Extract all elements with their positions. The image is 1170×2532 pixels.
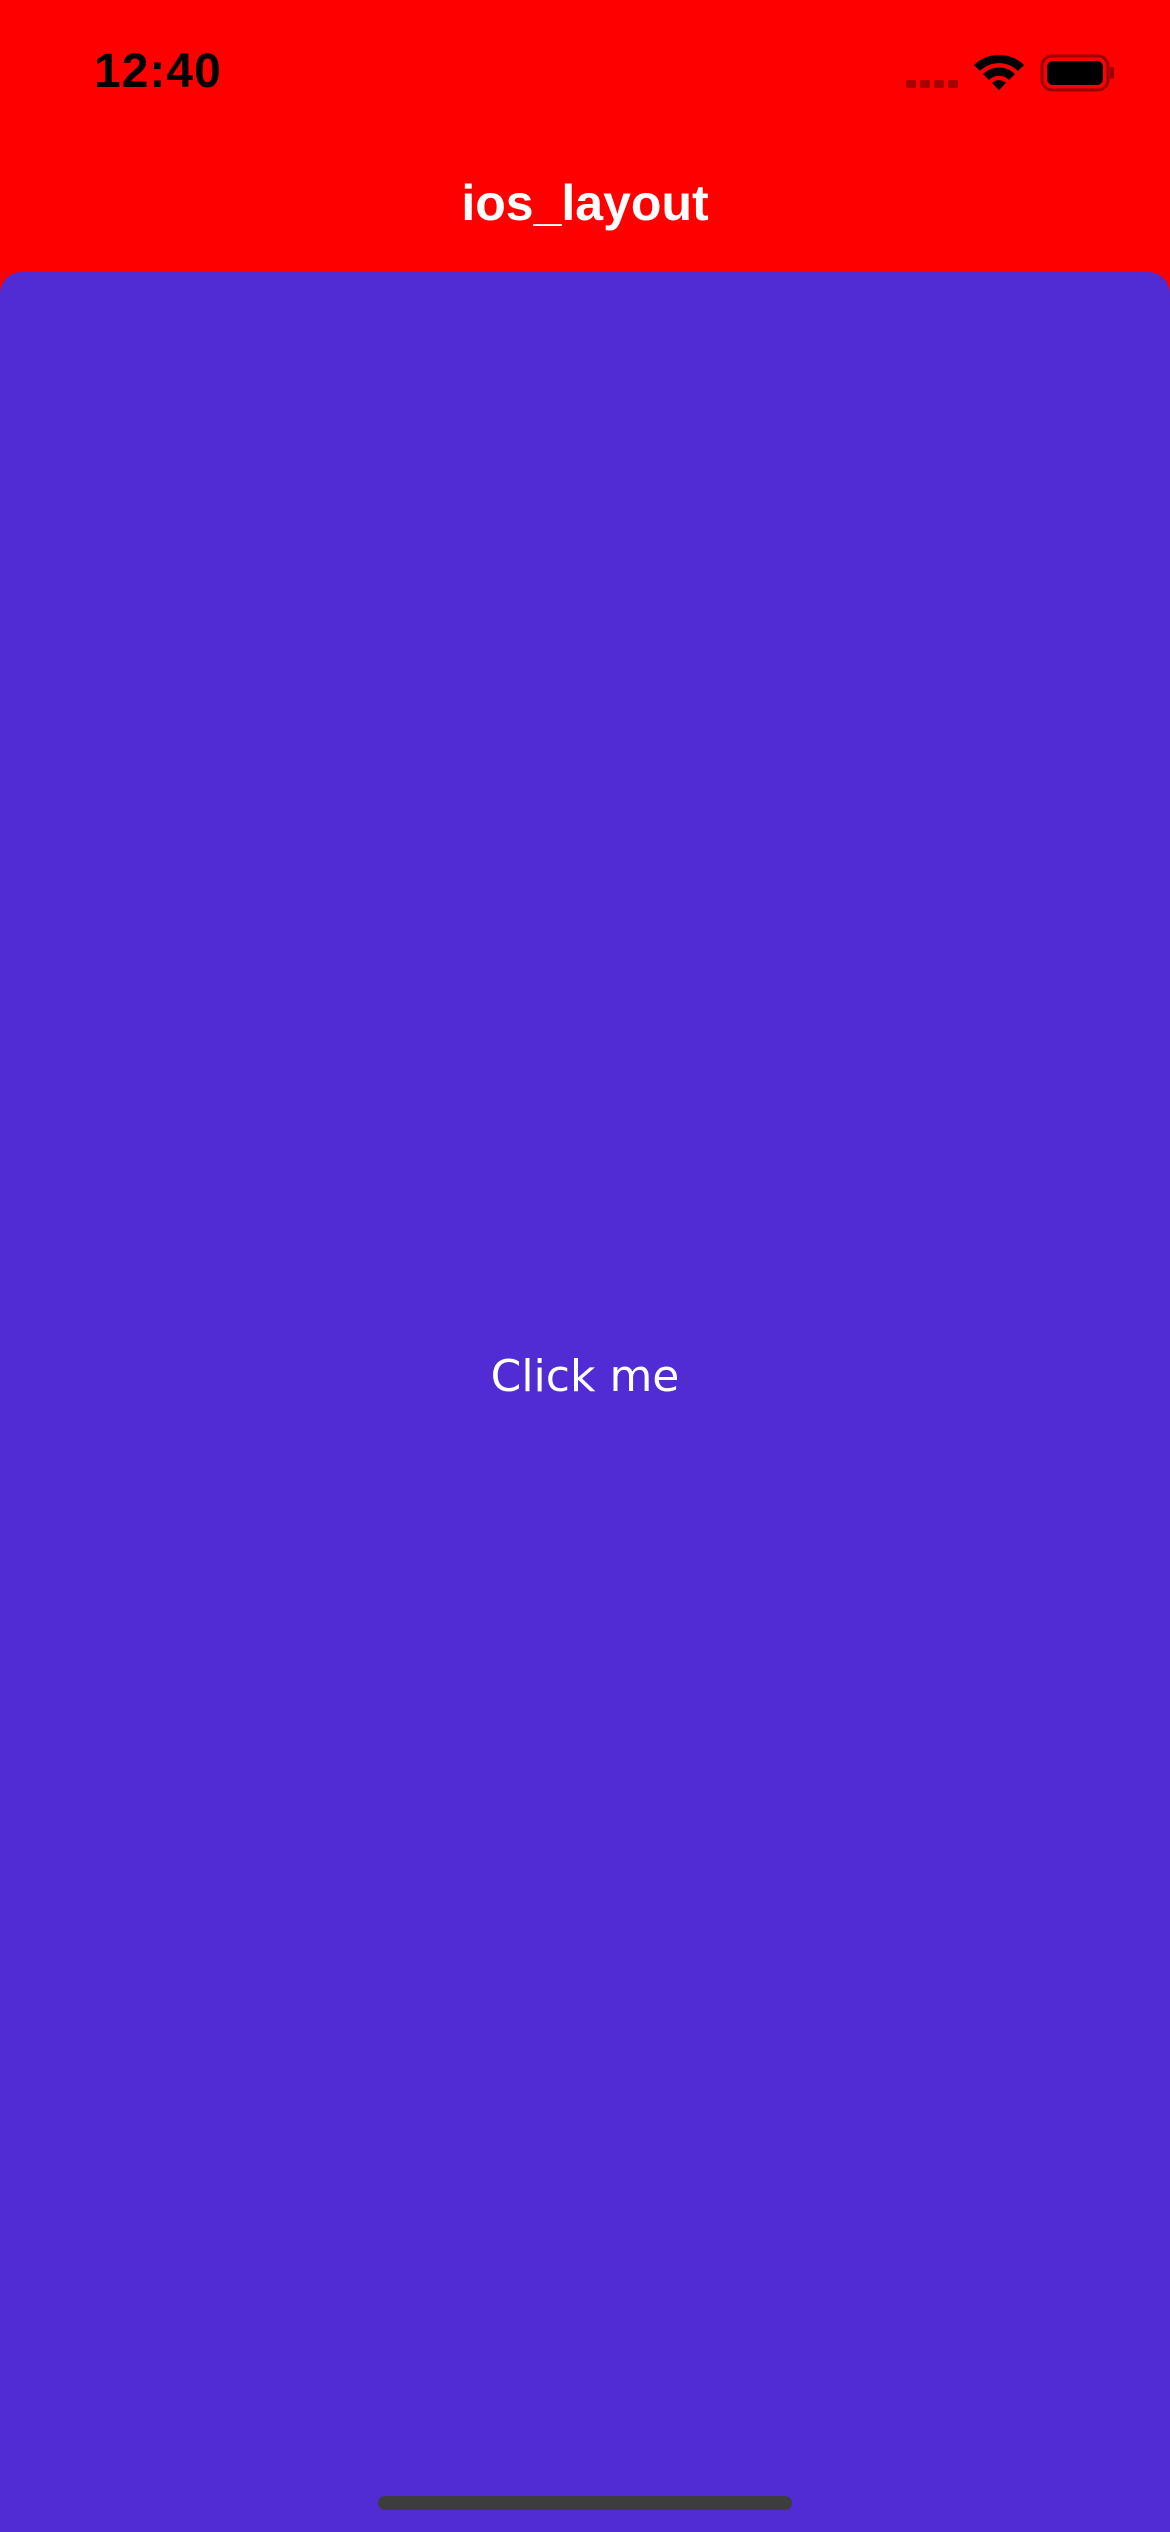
click-me-button[interactable]: Click me <box>0 272 1170 2532</box>
cellular-signal-icon <box>906 80 958 88</box>
status-time: 12:40 <box>94 45 222 98</box>
home-indicator[interactable] <box>378 2496 792 2510</box>
click-me-button-label: Click me <box>490 1350 680 1402</box>
app-screen: 12:40 ios_layout Click me <box>0 0 1170 2532</box>
battery-icon <box>1040 54 1114 92</box>
page-title: ios_layout <box>461 175 709 231</box>
status-bar: 12:40 <box>0 0 1170 140</box>
main-content: Click me <box>0 272 1170 2532</box>
wifi-icon <box>974 54 1024 90</box>
navigation-bar: ios_layout <box>0 140 1170 272</box>
